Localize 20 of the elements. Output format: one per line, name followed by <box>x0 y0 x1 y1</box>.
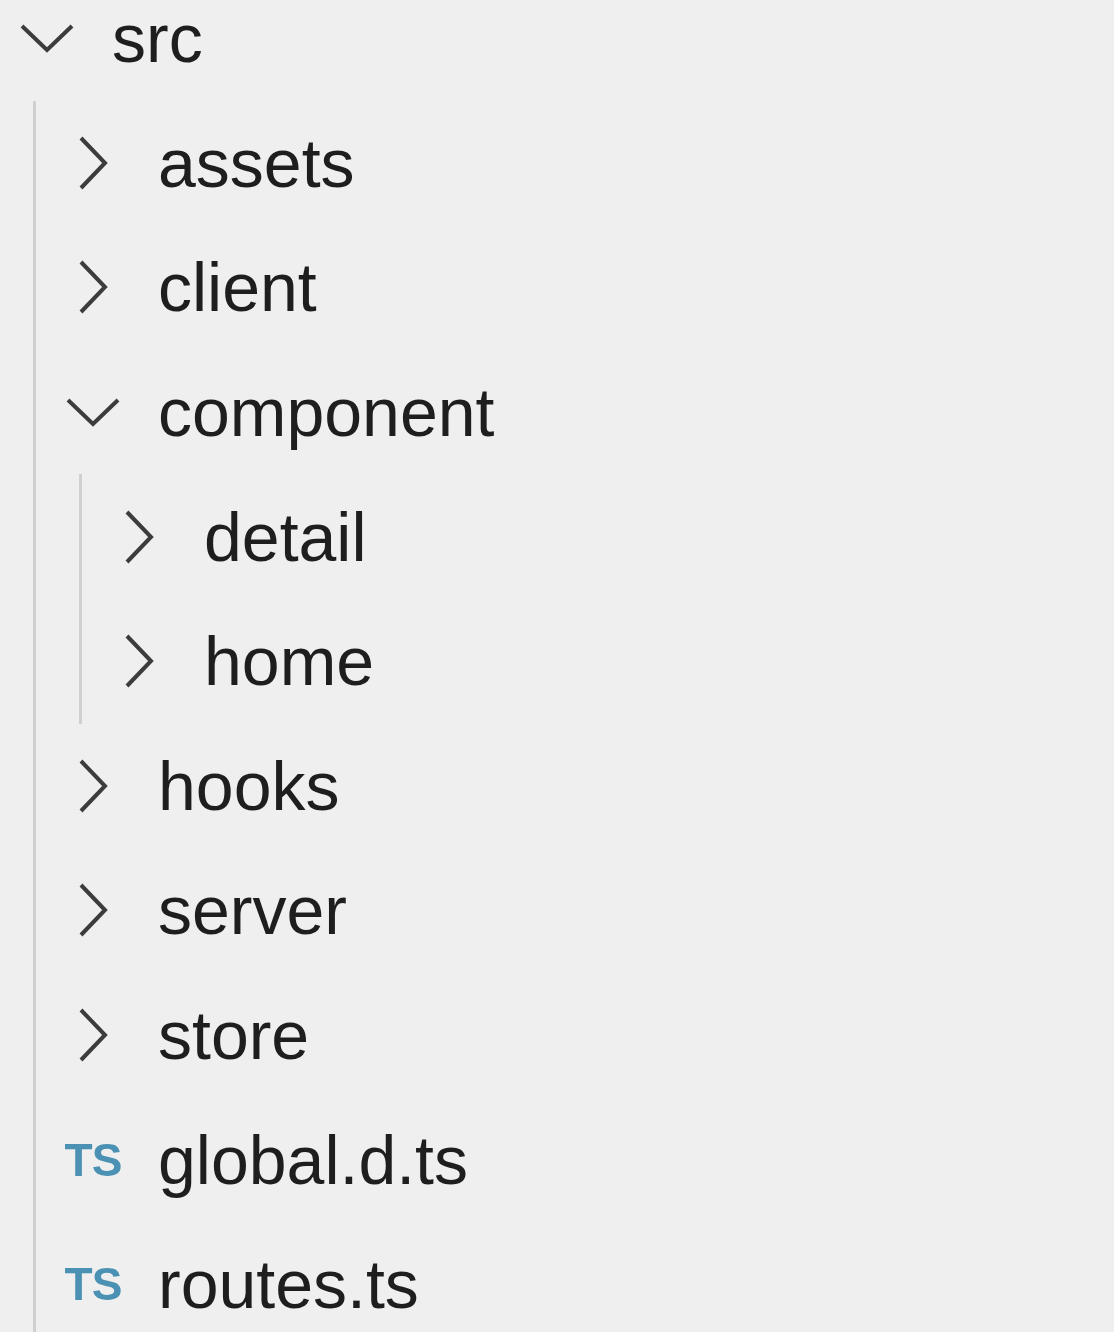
file-type-icon: TS <box>64 1261 122 1308</box>
chevron-right-icon[interactable] <box>78 134 108 191</box>
chevron-down-icon[interactable] <box>65 397 121 428</box>
folder-name[interactable]: hooks <box>158 751 340 820</box>
folder-name[interactable]: client <box>158 253 317 322</box>
folder-name[interactable]: detail <box>204 502 367 571</box>
chevron-right-icon[interactable] <box>78 1007 108 1064</box>
chevron-right-icon[interactable] <box>78 757 108 814</box>
chevron-down-icon[interactable] <box>19 23 75 54</box>
folder-name[interactable]: server <box>158 876 347 945</box>
chevron-right-icon[interactable] <box>78 259 108 316</box>
folder-name[interactable]: home <box>204 627 375 696</box>
folder-name[interactable]: src <box>112 4 203 73</box>
chevron-right-icon[interactable] <box>78 882 108 939</box>
folder-name[interactable]: store <box>158 1001 310 1070</box>
folder-name[interactable]: assets <box>158 128 355 197</box>
file-name[interactable]: routes.ts <box>158 1250 419 1319</box>
chevron-right-icon[interactable] <box>124 508 154 565</box>
file-type-icon: TS <box>64 1136 122 1183</box>
chevron-right-icon[interactable] <box>124 633 154 690</box>
